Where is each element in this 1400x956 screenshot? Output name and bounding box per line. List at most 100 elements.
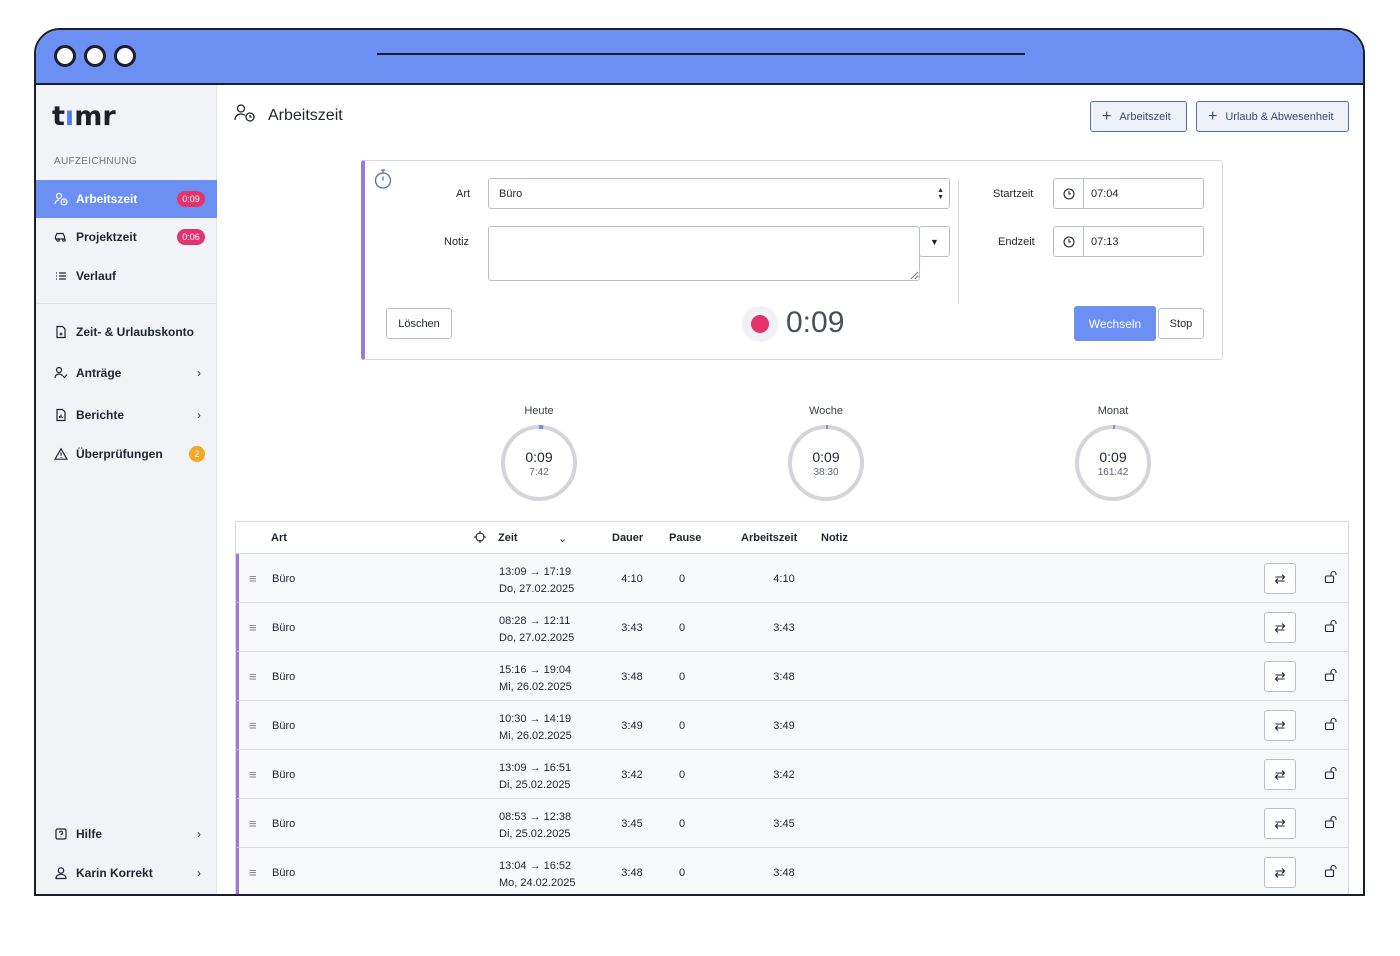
start-label: Startzeit [993, 188, 1034, 200]
sidebar-item-antraege[interactable]: Anträge › [36, 354, 217, 392]
row-time: 10:30 → 14:19 Mi, 26.02.2025 [499, 711, 572, 745]
row-time: 08:53 → 12:38 Di, 25.02.2025 [499, 809, 571, 843]
sidebar-item-label: Karin Korrekt [76, 866, 153, 880]
window-close-dot[interactable] [54, 45, 76, 67]
row-date: Mi, 26.02.2025 [499, 730, 572, 742]
col-notiz[interactable]: Notiz [821, 532, 848, 544]
sidebar-item-label: Verlauf [76, 269, 117, 283]
swap-icon [1274, 671, 1286, 682]
sidebar-item-label: Überprüfungen [76, 447, 163, 461]
end-time-input[interactable]: 07:13 [1053, 226, 1204, 257]
add-leave-label: Urlaub & Abwesenheit [1225, 110, 1334, 123]
sidebar-item-hilfe[interactable]: Hilfe › [36, 815, 217, 853]
timer-badge: 0:06 [177, 229, 205, 245]
window-minimize-dot[interactable] [84, 45, 106, 67]
notiz-dropdown-button[interactable]: ▼ [919, 226, 950, 257]
logo[interactable]: tımr [52, 101, 116, 132]
stat-title: Heute [524, 405, 554, 417]
table-row[interactable]: ≡ Büro 10:30 → 14:19 Mi, 26.02.2025 3:49… [236, 701, 1348, 750]
start-time-input[interactable]: 07:04 [1053, 178, 1204, 209]
table-row[interactable]: ≡ Büro 13:09 → 17:19 Do, 27.02.2025 4:10… [236, 554, 1348, 603]
table-row[interactable]: ≡ Büro 15:16 → 19:04 Mi, 26.02.2025 3:48… [236, 652, 1348, 701]
col-pause[interactable]: Pause [669, 532, 701, 544]
drag-handle-icon[interactable]: ≡ [249, 718, 257, 733]
row-art: Büro [272, 671, 296, 683]
add-worktime-button[interactable]: + Arbeitszeit [1090, 101, 1187, 132]
row-pause: 0 [679, 573, 686, 585]
row-time: 13:09 → 17:19 Do, 27.02.2025 [499, 564, 574, 598]
unlock-icon[interactable] [1324, 815, 1338, 832]
switch-entry-button[interactable] [1264, 710, 1296, 741]
switch-entry-button[interactable] [1264, 563, 1296, 594]
timer-badge: 0:09 [177, 191, 205, 207]
browser-chrome [36, 30, 1363, 85]
drag-handle-icon[interactable]: ≡ [249, 865, 257, 880]
address-bar[interactable] [377, 53, 1025, 55]
row-date: Do, 27.02.2025 [499, 583, 575, 595]
sort-chevron-icon[interactable]: ⌄ [558, 532, 567, 545]
switch-entry-button[interactable] [1264, 759, 1296, 790]
clock-icon [1054, 179, 1084, 208]
drag-handle-icon[interactable]: ≡ [249, 620, 257, 635]
unlock-icon[interactable] [1324, 766, 1338, 783]
switch-button[interactable]: Wechseln [1074, 306, 1156, 341]
notiz-textarea[interactable] [488, 226, 920, 281]
unlock-icon[interactable] [1324, 619, 1338, 636]
warning-icon [54, 447, 68, 461]
unlock-icon[interactable] [1324, 668, 1338, 685]
add-leave-button[interactable]: + Urlaub & Abwesenheit [1196, 101, 1349, 132]
sidebar-item-user[interactable]: Karin Korrekt › [36, 854, 217, 892]
switch-entry-button[interactable] [1264, 661, 1296, 692]
sidebar-item-verlauf[interactable]: Verlauf [36, 257, 217, 295]
row-duration: 3:49 [621, 720, 643, 732]
switch-entry-button[interactable] [1264, 808, 1296, 839]
row-worktime: 4:10 [773, 573, 795, 585]
sidebar-item-berichte[interactable]: Berichte › [36, 396, 217, 434]
sidebar-item-zeitkonto[interactable]: Zeit- & Urlaubskonto [36, 313, 217, 351]
chevron-right-icon: › [197, 408, 201, 422]
select-arrows-icon: ▲ ▼ [937, 187, 944, 201]
window-maximize-dot[interactable] [114, 45, 136, 67]
stop-button[interactable]: Stop [1158, 308, 1204, 339]
table-row[interactable]: ≡ Büro 13:09 → 16:51 Di, 25.02.2025 3:42… [236, 750, 1348, 799]
row-date: Mi, 26.02.2025 [499, 681, 572, 693]
row-date: Di, 25.02.2025 [499, 828, 571, 840]
row-time: 08:28 → 12:11 Do, 27.02.2025 [499, 613, 574, 647]
table-row[interactable]: ≡ Büro 08:53 → 12:38 Di, 25.02.2025 3:45… [236, 799, 1348, 848]
count-badge: 2 [189, 446, 205, 462]
table-row[interactable]: ≡ Büro 08:28 → 12:11 Do, 27.02.2025 3:43… [236, 603, 1348, 652]
stat-month: Monat 0:09 161:42 [1068, 405, 1158, 502]
sidebar-item-arbeitszeit[interactable]: Arbeitszeit 0:09 [36, 180, 217, 218]
row-art: Büro [272, 818, 296, 830]
row-time-range: 08:53 → 12:38 [499, 811, 572, 823]
switch-entry-button[interactable] [1264, 857, 1296, 888]
sidebar-item-label: Hilfe [76, 827, 103, 841]
row-time-range: 13:04 → 16:52 [499, 860, 572, 872]
delete-button[interactable]: Löschen [386, 308, 452, 339]
unlock-icon[interactable] [1324, 570, 1338, 587]
table-row[interactable]: ≡ Büro 13:04 → 16:52 Mo, 24.02.2025 3:48… [236, 848, 1348, 894]
sidebar-item-ueberpruefungen[interactable]: Überprüfungen 2 [36, 435, 217, 473]
crosshair-icon[interactable] [474, 531, 486, 546]
sidebar-item-projektzeit[interactable]: Projektzeit 0:06 [36, 218, 217, 256]
drag-handle-icon[interactable]: ≡ [249, 816, 257, 831]
browser-window: tımr AUFZEICHNUNG Arbeitszeit 0:09 Proje… [34, 28, 1365, 896]
switch-entry-button[interactable] [1264, 612, 1296, 643]
row-time: 13:09 → 16:51 Di, 25.02.2025 [499, 760, 571, 794]
row-pause: 0 [679, 867, 686, 879]
col-art[interactable]: Art [271, 532, 287, 544]
drag-handle-icon[interactable]: ≡ [249, 571, 257, 586]
sidebar-item-label: Anträge [76, 366, 122, 380]
progress-ring: 0:09 161:42 [1074, 424, 1152, 502]
col-arbeitszeit[interactable]: Arbeitszeit [741, 532, 797, 544]
col-zeit[interactable]: Zeit [498, 532, 518, 544]
unlock-icon[interactable] [1324, 864, 1338, 881]
art-select[interactable]: Büro ▲ ▼ [488, 178, 950, 209]
unlock-icon[interactable] [1324, 717, 1338, 734]
user-icon [54, 866, 68, 880]
plus-icon: + [1208, 107, 1218, 125]
drag-handle-icon[interactable]: ≡ [249, 767, 257, 782]
stat-title: Woche [808, 405, 844, 417]
drag-handle-icon[interactable]: ≡ [249, 669, 257, 684]
col-dauer[interactable]: Dauer [612, 532, 643, 544]
